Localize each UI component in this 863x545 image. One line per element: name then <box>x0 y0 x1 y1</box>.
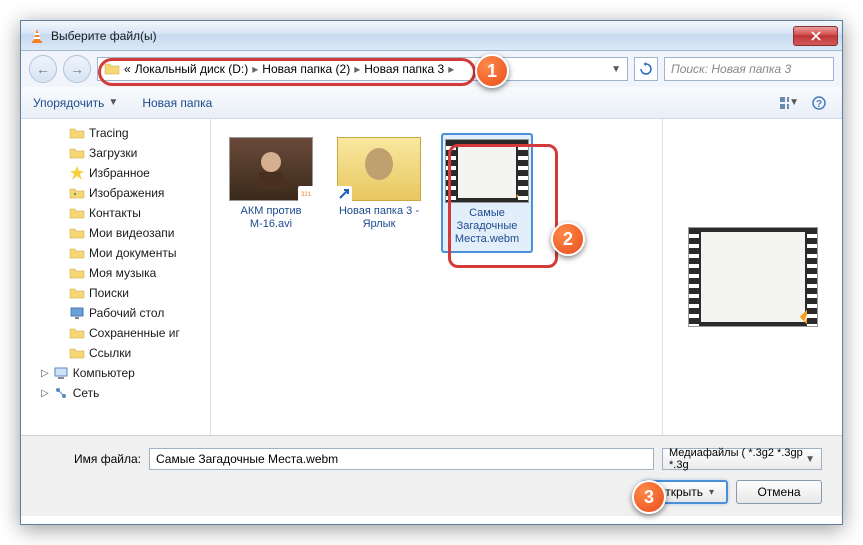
annotation-marker-3: 3 <box>632 480 666 514</box>
links-icon <box>69 345 85 361</box>
file-item[interactable]: Новая папка 3 - Ярлык <box>333 133 425 235</box>
folder-icon <box>69 125 85 141</box>
navigation-bar: ← → « Локальный диск (D:) ▸ Новая папка … <box>21 51 842 87</box>
dropdown-icon[interactable]: ▼ <box>611 64 621 75</box>
split-dropdown-icon[interactable]: ▾ <box>709 487 714 498</box>
file-item[interactable]: 321 АКМ против М-16.avi <box>225 133 317 235</box>
tree-item[interactable]: Моя музыка <box>21 263 210 283</box>
vlc-icon <box>29 28 45 44</box>
address-bar[interactable]: « Локальный диск (D:) ▸ Новая папка (2) … <box>97 57 628 81</box>
organize-menu[interactable]: Упорядочить ▼ <box>33 96 118 110</box>
view-icon <box>779 96 789 110</box>
chevron-right-icon: ▸ <box>354 62 360 76</box>
tree-item[interactable]: Мои документы <box>21 243 210 263</box>
search-placeholder: Поиск: Новая папка 3 <box>671 62 791 76</box>
svg-text:A: A <box>804 312 812 324</box>
refresh-button[interactable] <box>634 57 658 81</box>
svg-text:?: ? <box>816 99 822 110</box>
tree-root-computer[interactable]: ▷Компьютер <box>21 363 210 383</box>
back-button[interactable]: ← <box>29 55 57 83</box>
annotation-marker-1: 1 <box>475 54 509 88</box>
sidebar-tree[interactable]: Tracing Загрузки Избранное Изображения К… <box>21 119 211 435</box>
file-filter-dropdown[interactable]: Медиафайлы ( *.3g2 *.3gp *.3g▼ <box>662 448 822 470</box>
videos-icon <box>69 225 85 241</box>
breadcrumb-crumb[interactable]: Новая папка (2) <box>262 62 350 76</box>
breadcrumb-crumb[interactable]: Новая папка 3 <box>364 62 444 76</box>
close-button[interactable] <box>793 26 838 46</box>
chevron-right-icon: ▸ <box>448 62 454 76</box>
file-list[interactable]: 321 АКМ против М-16.avi Новая папка 3 - … <box>211 119 662 435</box>
video-thumbnail: A <box>445 139 529 203</box>
file-item-selected[interactable]: A Самые Загадочные Места.webm <box>441 133 533 253</box>
toolbar: Упорядочить ▼ Новая папка ▼ ? <box>21 87 842 119</box>
documents-icon <box>69 245 85 261</box>
file-label: АКМ против М-16.avi <box>229 205 313 231</box>
breadcrumb-prefix: « <box>124 62 131 76</box>
file-label: Самые Загадочные Места.webm <box>447 207 527 247</box>
refresh-icon <box>639 62 653 76</box>
expand-icon[interactable]: ▷ <box>41 368 49 379</box>
filename-label: Имя файла: <box>41 452 141 466</box>
tree-item[interactable]: Поиски <box>21 283 210 303</box>
search-input[interactable]: Поиск: Новая папка 3 <box>664 57 834 81</box>
file-label: Новая папка 3 - Ярлык <box>337 205 421 231</box>
annotation-marker-2: 2 <box>551 222 585 256</box>
favorites-icon <box>69 165 85 181</box>
chevron-down-icon: ▼ <box>108 97 118 108</box>
titlebar[interactable]: Выберите файл(ы) <box>21 21 842 51</box>
tree-item[interactable]: Контакты <box>21 203 210 223</box>
close-icon <box>811 31 821 41</box>
content-area: Tracing Загрузки Избранное Изображения К… <box>21 119 842 435</box>
chevron-right-icon: ▸ <box>252 62 258 76</box>
chevron-down-icon: ▼ <box>805 454 815 465</box>
cancel-button[interactable]: Отмена <box>736 480 822 504</box>
arrow-right-icon: → <box>70 61 84 77</box>
tree-item[interactable]: Загрузки <box>21 143 210 163</box>
arrow-left-icon: ← <box>36 61 50 77</box>
pictures-icon <box>69 185 85 201</box>
new-folder-button[interactable]: Новая папка <box>142 96 212 110</box>
tree-item[interactable]: Мои видеозапи <box>21 223 210 243</box>
preview-pane: A <box>662 119 842 435</box>
downloads-icon <box>69 145 85 161</box>
tree-item[interactable]: Tracing <box>21 123 210 143</box>
games-icon <box>69 325 85 341</box>
player-badge-icon: 321 <box>298 186 314 202</box>
help-button[interactable]: ? <box>808 92 830 114</box>
window-title: Выберите файл(ы) <box>51 29 793 43</box>
tree-item[interactable]: Избранное <box>21 163 210 183</box>
tree-item[interactable]: Изображения <box>21 183 210 203</box>
svg-text:321: 321 <box>301 192 312 198</box>
search-folder-icon <box>69 285 85 301</box>
tree-item[interactable]: Ссылки <box>21 343 210 363</box>
tree-item[interactable]: Рабочий стол <box>21 303 210 323</box>
breadcrumb-crumb[interactable]: Локальный диск (D:) <box>135 62 249 76</box>
filename-input[interactable] <box>149 448 654 470</box>
network-icon <box>53 385 69 401</box>
tree-root-network[interactable]: ▷Сеть <box>21 383 210 403</box>
forward-button[interactable]: → <box>63 55 91 83</box>
file-dialog-window: Выберите файл(ы) ← → « Локальный диск (D… <box>20 20 843 525</box>
contacts-icon <box>69 205 85 221</box>
bottom-bar: Имя файла: Медиафайлы ( *.3g2 *.3gp *.3g… <box>21 435 842 516</box>
codec-badge-icon: A <box>514 188 530 204</box>
expand-icon[interactable]: ▷ <box>41 388 49 399</box>
svg-text:A: A <box>519 192 525 201</box>
view-mode-button[interactable]: ▼ <box>778 92 800 114</box>
music-icon <box>69 265 85 281</box>
preview-thumbnail: A <box>688 227 818 327</box>
shortcut-badge-icon <box>336 186 352 202</box>
folder-thumbnail <box>337 137 421 201</box>
help-icon: ? <box>812 96 826 110</box>
computer-icon <box>53 365 69 381</box>
codec-badge-icon: A <box>797 306 819 328</box>
folder-icon <box>104 61 120 77</box>
video-thumbnail: 321 <box>229 137 313 201</box>
tree-item[interactable]: Сохраненные иг <box>21 323 210 343</box>
desktop-icon <box>69 305 85 321</box>
